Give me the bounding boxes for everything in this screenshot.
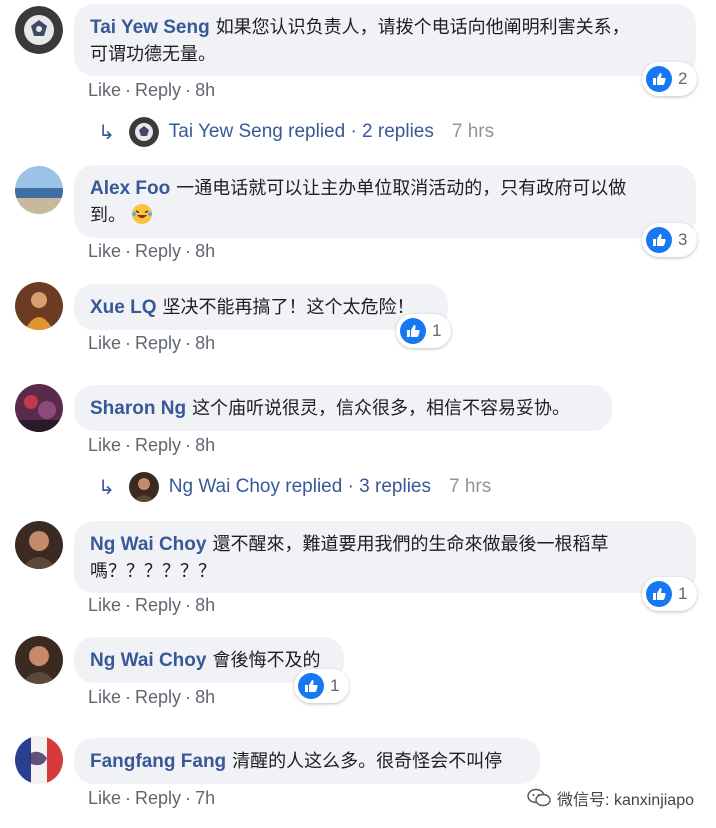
avatar[interactable] (15, 282, 63, 330)
comment-text: 清醒的人这么多。很奇怪会不叫停 (232, 751, 503, 772)
thumbs-up-icon (298, 673, 324, 699)
reaction-count[interactable]: 1 (642, 577, 698, 611)
comment-author[interactable]: Tai Yew Seng (90, 17, 210, 38)
comment-bubble: Ng Wai Choy 還不醒來，難道要用我們的生命來做最後一根稻草 嗎？？？？？… (74, 521, 696, 593)
reply-link[interactable]: Reply (135, 333, 181, 353)
like-link[interactable]: Like (88, 788, 121, 808)
comment-text-cont: 可谓功德无量。 (90, 44, 216, 65)
comment-time[interactable]: 8h (195, 333, 215, 353)
comment-actions: Like · Reply · 7h (88, 788, 216, 808)
comment-actions: Like · Reply · 8h (88, 241, 216, 261)
wechat-watermark: 微信号: kanxinjiapo (527, 786, 694, 810)
comment-text: 還不醒來，難道要用我們的生命來做最後一根稻草 (212, 534, 609, 555)
comment-author[interactable]: Alex Foo (90, 178, 170, 199)
comment-author[interactable]: Xue LQ (90, 297, 157, 318)
reaction-number: 3 (678, 230, 688, 249)
reaction-count[interactable]: 1 (294, 669, 350, 703)
comment-text: 这个庙听说很灵，信众很多，相信不容易妥协。 (192, 398, 571, 419)
avatar (128, 472, 159, 502)
comment-bubble: Tai Yew Seng 如果您认识负责人，请拨个电话向他阐明利害关系， 可谓功德… (74, 4, 696, 76)
avatar[interactable] (15, 6, 63, 54)
like-link[interactable]: Like (88, 333, 121, 353)
comment-text-cont: 嗎？？？？？？ (90, 561, 216, 582)
avatar[interactable] (15, 736, 63, 784)
comment-time[interactable]: 8h (195, 435, 215, 455)
comment-time[interactable]: 7h (195, 788, 215, 808)
avatar[interactable] (15, 384, 63, 432)
avatar[interactable] (15, 636, 63, 684)
comment-time[interactable]: 8h (195, 687, 215, 707)
reply-arrow-icon: ↳ (98, 121, 115, 144)
comment-text: 會後悔不及的 (212, 650, 321, 671)
comment-actions: Like · Reply · 8h (88, 595, 216, 615)
reply-link[interactable]: Reply (135, 435, 181, 455)
comment-bubble: Fangfang Fang 清醒的人这么多。很奇怪会不叫停 (74, 738, 540, 784)
comment-author[interactable]: Ng Wai Choy (90, 650, 206, 671)
reaction-count[interactable]: 2 (642, 62, 698, 96)
comment-author[interactable]: Fangfang Fang (90, 751, 226, 772)
like-link[interactable]: Like (88, 687, 121, 707)
comment-actions: Like · Reply · 8h (88, 435, 216, 455)
comment-actions: Like · Reply · 8h (88, 687, 216, 707)
avatar[interactable] (15, 521, 63, 569)
comment-author[interactable]: Sharon Ng (90, 398, 186, 419)
comment-time[interactable]: 8h (195, 80, 215, 100)
comment-actions: Like · Reply · 8h (88, 80, 216, 100)
like-link[interactable]: Like (88, 241, 121, 261)
reply-link[interactable]: Reply (135, 595, 181, 615)
reply-link[interactable]: Reply (135, 788, 181, 808)
thumbs-up-icon (400, 318, 426, 344)
view-replies-link[interactable]: ↳ Tai Yew Seng replied · 2 replies 7 hrs (98, 117, 494, 147)
reply-time: 7 hrs (451, 121, 495, 142)
comment-author[interactable]: Ng Wai Choy (90, 534, 206, 555)
comment-time[interactable]: 8h (195, 595, 215, 615)
comment-text-cont: 到。 (90, 205, 126, 226)
reply-link[interactable]: Reply (135, 241, 181, 261)
wechat-icon (527, 788, 551, 807)
view-replies-link[interactable]: ↳ Ng Wai Choy replied · 3 replies 7 hrs (98, 472, 491, 502)
laughing-with-tears-emoji (132, 204, 153, 224)
reaction-number: 1 (678, 584, 688, 603)
reaction-number: 2 (678, 69, 688, 88)
reaction-number: 1 (432, 321, 442, 340)
comment-bubble: Xue LQ 坚决不能再搞了！这个太危险！ (74, 284, 448, 330)
reply-link[interactable]: Reply (135, 80, 181, 100)
reply-summary: Ng Wai Choy replied · 3 replies (168, 476, 431, 497)
comment-bubble: Alex Foo 一通电话就可以让主办单位取消活动的，只有政府可以做 到。 (74, 165, 696, 238)
reply-summary: Tai Yew Seng replied · 2 replies (168, 121, 434, 142)
like-link[interactable]: Like (88, 595, 121, 615)
reply-link[interactable]: Reply (135, 687, 181, 707)
comment-time[interactable]: 8h (195, 241, 215, 261)
avatar[interactable] (15, 166, 63, 214)
thumbs-up-icon (646, 227, 672, 253)
comment-actions: Like · Reply · 8h (88, 333, 216, 353)
thumbs-up-icon (646, 66, 672, 92)
reply-time: 7 hrs (449, 476, 492, 497)
comment-bubble: Sharon Ng 这个庙听说很灵，信众很多，相信不容易妥协。 (74, 385, 612, 431)
avatar (128, 117, 159, 147)
comment-text: 坚决不能再搞了！这个太危险！ (162, 297, 415, 318)
comment-text: 一通电话就可以让主办单位取消活动的，只有政府可以做 (176, 178, 627, 199)
reply-arrow-icon: ↳ (98, 476, 115, 499)
thumbs-up-icon (646, 581, 672, 607)
reaction-count[interactable]: 3 (642, 223, 698, 257)
comment-text: 如果您认识负责人，请拨个电话向他阐明利害关系， (215, 17, 630, 38)
watermark-text: 微信号: kanxinjiapo (557, 792, 694, 809)
like-link[interactable]: Like (88, 80, 121, 100)
reaction-count[interactable]: 1 (396, 314, 452, 348)
reaction-number: 1 (330, 676, 340, 695)
like-link[interactable]: Like (88, 435, 121, 455)
